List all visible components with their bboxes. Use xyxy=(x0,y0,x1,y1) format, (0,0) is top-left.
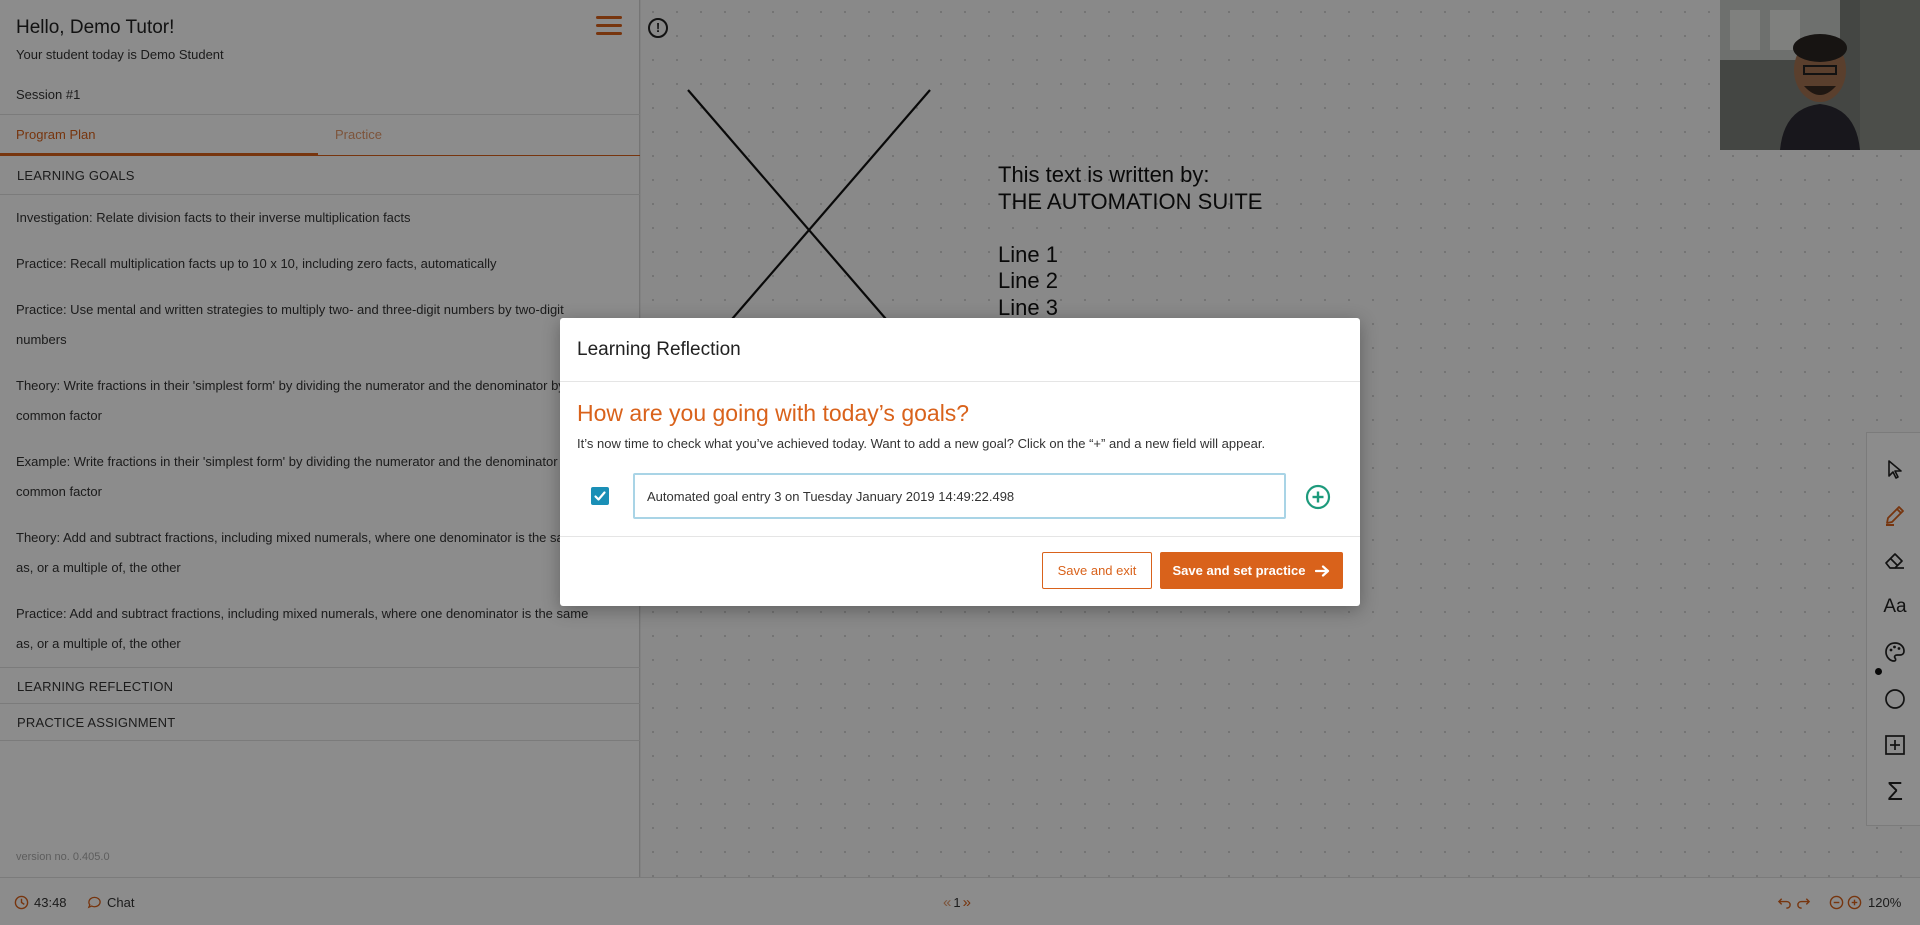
goal-entry-input[interactable] xyxy=(633,473,1286,519)
modal-title: Learning Reflection xyxy=(560,318,1360,382)
modal-description: It’s now time to check what you’ve achie… xyxy=(577,436,1266,451)
learning-reflection-modal: Learning Reflection How are you going wi… xyxy=(560,318,1360,606)
save-and-set-practice-button[interactable]: Save and set practice xyxy=(1160,552,1343,589)
modal-question: How are you going with today’s goals? xyxy=(577,400,970,426)
checkmark-icon xyxy=(594,491,606,501)
add-goal-icon[interactable] xyxy=(1305,484,1331,510)
goal-checkbox[interactable] xyxy=(591,487,609,505)
arrow-right-icon xyxy=(1315,564,1330,577)
save-and-exit-button[interactable]: Save and exit xyxy=(1042,552,1152,589)
save-and-set-practice-label: Save and set practice xyxy=(1172,563,1306,578)
